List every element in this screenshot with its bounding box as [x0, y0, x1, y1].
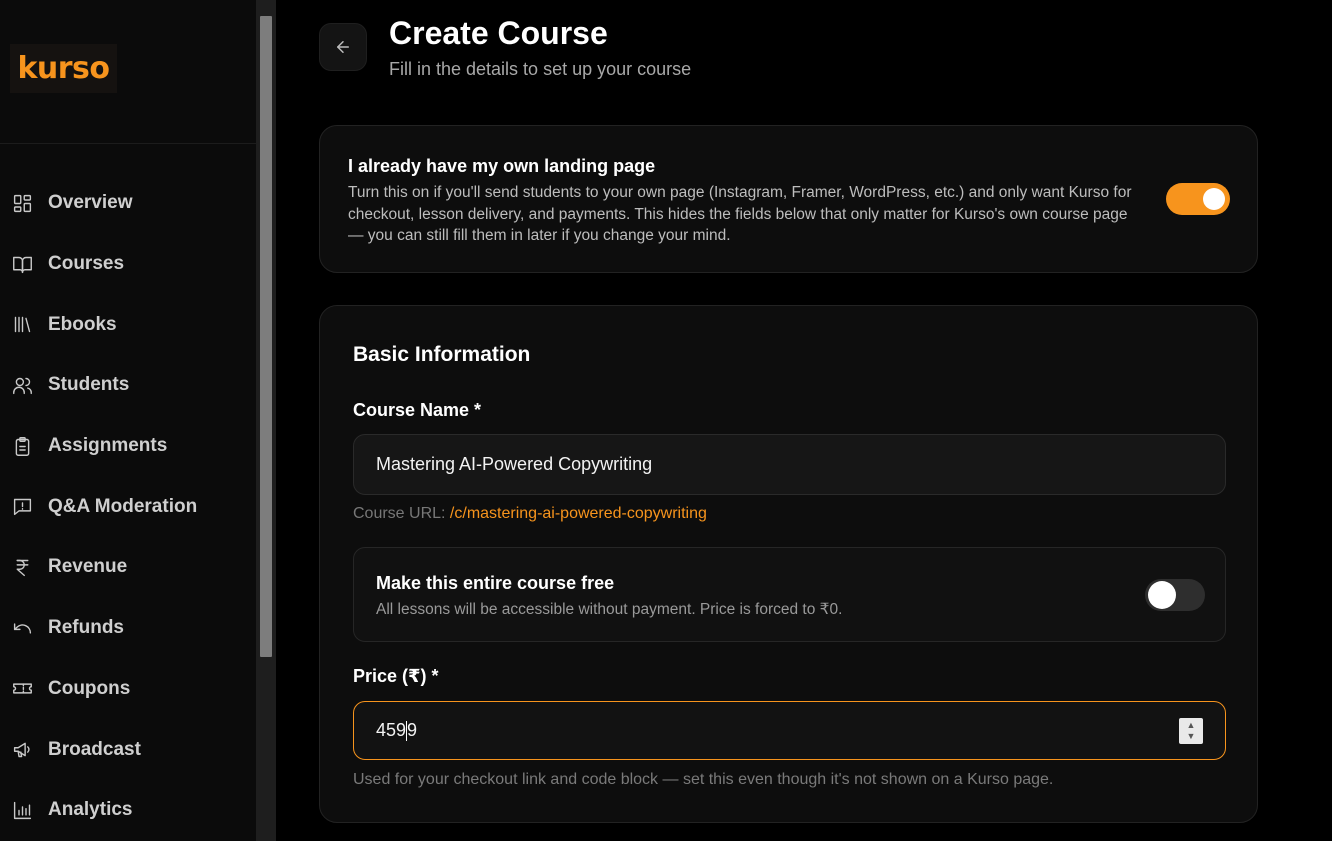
course-url-value[interactable]: /c/mastering-ai-powered-copywriting — [450, 505, 707, 522]
back-button[interactable] — [319, 23, 367, 71]
megaphone-icon — [11, 739, 33, 761]
page-subtitle: Fill in the details to set up your cours… — [389, 59, 692, 79]
sidebar-item-label: Ebooks — [48, 313, 117, 335]
clipboard-icon — [11, 435, 33, 457]
free-course-box: Make this entire course free All lessons… — [353, 547, 1226, 642]
message-alert-icon — [11, 496, 33, 518]
course-url-label: Course URL: — [353, 505, 450, 522]
undo-icon — [11, 617, 33, 639]
chevron-up-icon[interactable]: ▲ — [1187, 720, 1196, 731]
sidebar-item-overview[interactable]: Overview — [0, 173, 256, 234]
sidebar-item-label: Q&A Moderation — [48, 495, 198, 517]
sidebar-item-courses[interactable]: Courses — [0, 234, 256, 295]
landing-page-card: I already have my own landing page Turn … — [319, 125, 1258, 273]
library-icon — [11, 314, 33, 336]
sidebar: kurso Overview Courses Ebooks Students A… — [0, 0, 256, 841]
sidebar-item-assignments[interactable]: Assignments — [0, 416, 256, 477]
sidebar-item-label: Courses — [48, 253, 125, 275]
sidebar-item-label: Coupons — [48, 677, 131, 699]
sidebar-nav: Overview Courses Ebooks Students Assignm… — [0, 173, 256, 841]
sidebar-item-qa-moderation[interactable]: Q&A Moderation — [0, 476, 256, 537]
free-course-description: All lessons will be accessible without p… — [376, 601, 843, 618]
ticket-icon — [11, 678, 33, 700]
brand-logo-text: kurso — [17, 51, 110, 86]
price-input[interactable]: 4599 ▲ ▼ — [353, 701, 1226, 760]
users-icon — [11, 374, 33, 396]
grid-icon — [11, 192, 33, 214]
chevron-down-icon[interactable]: ▼ — [1187, 731, 1196, 742]
free-course-toggle[interactable] — [1145, 579, 1205, 611]
sidebar-item-label: Assignments — [48, 435, 168, 457]
sidebar-item-analytics[interactable]: Analytics — [0, 780, 256, 841]
sidebar-scrollbar-thumb[interactable] — [260, 16, 272, 657]
arrow-left-icon — [337, 41, 349, 53]
sidebar-item-label: Refunds — [48, 617, 124, 639]
rupee-icon — [11, 556, 33, 578]
toggle-knob — [1203, 188, 1225, 210]
landing-page-toggle[interactable] — [1166, 183, 1230, 215]
sidebar-item-coupons[interactable]: Coupons — [0, 659, 256, 720]
section-title: Basic Information — [353, 343, 531, 366]
sidebar-item-label: Broadcast — [48, 738, 141, 760]
course-name-input[interactable]: Mastering AI-Powered Copywriting — [353, 434, 1226, 495]
sidebar-item-revenue[interactable]: Revenue — [0, 537, 256, 598]
page-title: Create Course — [389, 15, 608, 51]
sidebar-divider — [0, 143, 256, 144]
course-url: Course URL: /c/mastering-ai-powered-copy… — [353, 505, 707, 523]
price-label: Price (₹) * — [353, 666, 439, 686]
sidebar-item-students[interactable]: Students — [0, 355, 256, 416]
toggle-knob — [1148, 581, 1176, 609]
course-name-label: Course Name * — [353, 400, 482, 420]
sidebar-item-ebooks[interactable]: Ebooks — [0, 294, 256, 355]
sidebar-item-label: Students — [48, 374, 130, 396]
brand-logo[interactable]: kurso — [10, 44, 117, 93]
sidebar-item-label: Revenue — [48, 556, 128, 578]
landing-page-description: Turn this on if you'll send students to … — [348, 184, 1132, 245]
number-spinner[interactable]: ▲ ▼ — [1179, 718, 1203, 744]
basic-information-card: Basic Information Course Name * Masterin… — [319, 305, 1258, 823]
sidebar-item-refunds[interactable]: Refunds — [0, 598, 256, 659]
bar-chart-icon — [11, 799, 33, 821]
book-open-icon — [11, 253, 33, 275]
landing-page-title: I already have my own landing page — [348, 156, 656, 176]
price-value: 4599 — [376, 719, 418, 742]
course-name-value: Mastering AI-Powered Copywriting — [376, 454, 653, 474]
free-course-title: Make this entire course free — [376, 573, 615, 593]
sidebar-item-broadcast[interactable]: Broadcast — [0, 719, 256, 780]
price-help-text: Used for your checkout link and code blo… — [353, 771, 1054, 788]
sidebar-item-label: Overview — [48, 192, 133, 214]
sidebar-item-label: Analytics — [48, 799, 133, 821]
